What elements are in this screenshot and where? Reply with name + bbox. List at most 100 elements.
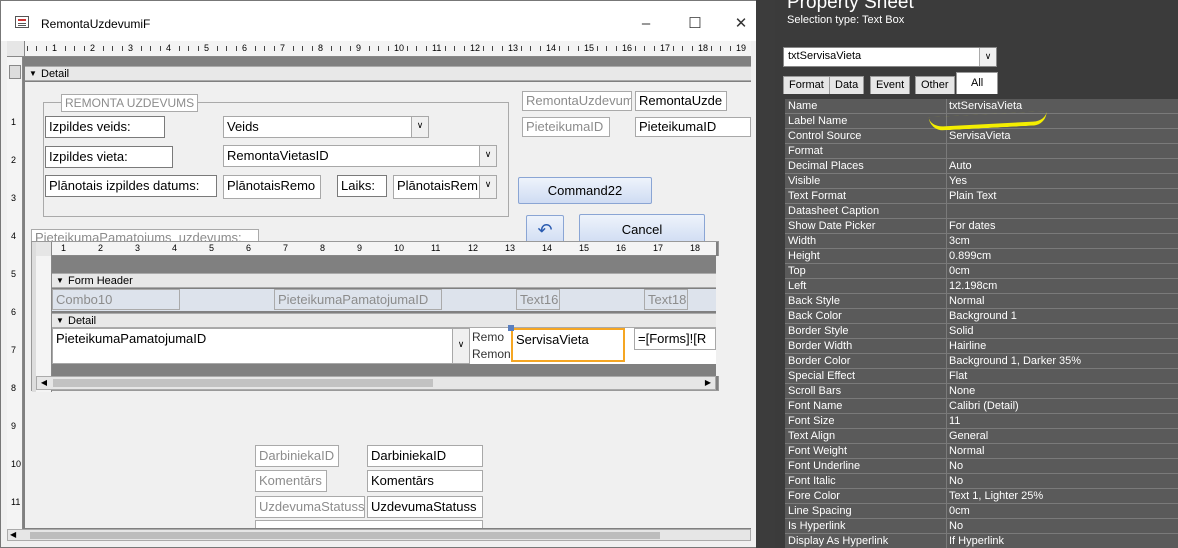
subform-control[interactable]: 123456789101112131415161718 Form Header … <box>31 241 720 392</box>
property-value[interactable]: No <box>946 459 1178 473</box>
property-row[interactable]: Visible Yes <box>785 174 1178 189</box>
property-row[interactable]: Datasheet Caption <box>785 204 1178 219</box>
property-row[interactable]: Border Width Hairline <box>785 339 1178 354</box>
laiks-label[interactable]: Laiks: <box>337 175 387 197</box>
detail-remonta-textbox[interactable]: Remo RemontaUz <box>472 329 510 363</box>
remonta-textbox[interactable]: RemontaUzde <box>635 91 727 111</box>
property-value[interactable]: Normal <box>946 444 1178 458</box>
tab-other[interactable]: Other <box>915 76 955 94</box>
komentars-textbox[interactable]: Komentārs <box>367 470 483 492</box>
property-value[interactable]: 12.198cm <box>946 279 1178 293</box>
property-value[interactable]: Plain Text <box>946 189 1178 203</box>
property-row[interactable]: Font Name Calibri (Detail) <box>785 399 1178 414</box>
form-header-canvas[interactable]: Combo10 PieteikumaPamatojumaID Text16 Te… <box>52 289 716 311</box>
property-row[interactable]: Is Hyperlink No <box>785 519 1178 534</box>
close-button[interactable]: ✕ <box>721 11 761 37</box>
header-text16[interactable]: Text16 <box>516 289 560 310</box>
header-combo10[interactable]: Combo10 <box>52 289 180 310</box>
tab-all[interactable]: All <box>956 72 999 94</box>
tab-format[interactable]: Format <box>783 76 830 94</box>
main-horizontal-scrollbar[interactable]: ◀ <box>7 529 751 541</box>
object-selector[interactable]: txtServisaVieta ∨ <box>783 47 997 67</box>
property-value[interactable] <box>946 204 1178 218</box>
property-row[interactable]: Text Format Plain Text <box>785 189 1178 204</box>
property-row[interactable]: Format <box>785 144 1178 159</box>
sub-detail-bar[interactable]: Detail <box>52 313 716 328</box>
selected-servisa-vieta-textbox[interactable]: ServisaVieta <box>511 328 625 362</box>
property-row[interactable]: Control Source ServisaVieta <box>785 129 1178 144</box>
statuss-textbox[interactable]: UzdevumaStatuss <box>367 496 483 518</box>
title-bar[interactable]: RemontaUzdevumiF – ☐ ✕ <box>1 1 756 41</box>
property-value[interactable]: None <box>946 384 1178 398</box>
chevron-down-icon[interactable]: ∨ <box>411 117 428 137</box>
property-value[interactable]: 3cm <box>946 234 1178 248</box>
property-row[interactable]: Display As Hyperlink If Hyperlink <box>785 534 1178 548</box>
property-row[interactable]: Decimal Places Auto <box>785 159 1178 174</box>
property-value[interactable]: 0cm <box>946 264 1178 278</box>
property-value[interactable]: Background 1 <box>946 309 1178 323</box>
property-row[interactable]: Back Color Background 1 <box>785 309 1178 324</box>
vertical-ruler[interactable]: 1 2 3 4 5 6 7 8 9 10 11 <box>7 57 23 529</box>
laiks-combo[interactable]: PlānotaisRem ∨ <box>393 175 497 199</box>
property-value[interactable]: If Hyperlink <box>946 534 1178 548</box>
property-value[interactable]: No <box>946 519 1178 533</box>
header-text18[interactable]: Text18 <box>644 289 688 310</box>
property-value[interactable]: Auto <box>946 159 1178 173</box>
property-value[interactable]: Normal <box>946 294 1178 308</box>
izpildes-vieta-combo[interactable]: RemontaVietasID ∨ <box>223 145 497 167</box>
darbinieka-textbox[interactable]: DarbiniekaID <box>367 445 483 467</box>
property-value[interactable]: Flat <box>946 369 1178 383</box>
property-value[interactable]: Background 1, Darker 35% <box>946 354 1178 368</box>
property-value[interactable]: Yes <box>946 174 1178 188</box>
pieteikuma-textbox[interactable]: PieteikumaID <box>635 117 751 137</box>
property-row[interactable]: Height 0.899cm <box>785 249 1178 264</box>
chevron-down-icon[interactable]: ∨ <box>979 48 996 66</box>
property-row[interactable]: Font Underline No <box>785 459 1178 474</box>
horizontal-ruler[interactable]: 1 2 3 4 5 6 7 8 9 10 11 12 13 14 15 16 17 18 19 <box>25 41 751 57</box>
property-value[interactable]: General <box>946 429 1178 443</box>
izpildes-veids-combo[interactable]: Veids ∨ <box>223 116 429 138</box>
planotais-textbox[interactable]: PlānotaisRemo <box>223 175 321 199</box>
property-row[interactable]: Border Color Background 1, Darker 35% <box>785 354 1178 369</box>
planotais-label[interactable]: Plānotais izpildes datums: <box>45 175 217 197</box>
property-row[interactable]: Scroll Bars None <box>785 384 1178 399</box>
property-value[interactable] <box>946 144 1178 158</box>
property-value[interactable]: 0.899cm <box>946 249 1178 263</box>
property-row[interactable]: Back Style Normal <box>785 294 1178 309</box>
property-row[interactable]: Font Italic No <box>785 474 1178 489</box>
sub-detail-canvas[interactable]: PieteikumaPamatojumaID ∨ Remo RemontaUz … <box>52 325 716 364</box>
property-value[interactable]: Hairline <box>946 339 1178 353</box>
minimize-button[interactable]: – <box>626 11 666 37</box>
detail-pamatojuma-combo[interactable]: PieteikumaPamatojumaID ∨ <box>52 328 470 364</box>
scroll-thumb[interactable] <box>53 379 433 387</box>
ruler-corner[interactable] <box>7 41 25 57</box>
subform-horizontal-scrollbar[interactable]: ◀ ▶ <box>36 376 716 390</box>
property-row[interactable]: Top 0cm <box>785 264 1178 279</box>
property-value[interactable]: 0cm <box>946 504 1178 518</box>
detail-section-bar[interactable]: Detail <box>25 66 751 81</box>
chevron-down-icon[interactable]: ∨ <box>479 146 496 166</box>
property-row[interactable]: Fore Color Text 1, Lighter 25% <box>785 489 1178 504</box>
scroll-left-icon[interactable]: ◀ <box>37 377 51 389</box>
darbinieka-label[interactable]: DarbiniekaID <box>255 445 339 467</box>
resize-handle[interactable] <box>508 325 514 331</box>
scroll-thumb[interactable] <box>30 532 660 539</box>
chevron-down-icon[interactable]: ∨ <box>479 176 496 198</box>
form-header-bar[interactable]: Form Header <box>52 273 716 288</box>
property-value[interactable]: Calibri (Detail) <box>946 399 1178 413</box>
property-row[interactable]: Special Effect Flat <box>785 369 1178 384</box>
property-row[interactable]: Show Date Picker For dates <box>785 219 1178 234</box>
tab-event[interactable]: Event <box>870 76 911 94</box>
scroll-left-icon[interactable]: ◀ <box>10 530 20 539</box>
property-row[interactable]: Font Size 11 <box>785 414 1178 429</box>
property-row[interactable]: Name txtServisaVieta <box>785 99 1178 114</box>
header-pamatojuma-label[interactable]: PieteikumaPamatojumaID <box>274 289 442 310</box>
property-value[interactable]: No <box>946 474 1178 488</box>
property-row[interactable]: Border Style Solid <box>785 324 1178 339</box>
section-selector[interactable] <box>9 65 21 79</box>
detail-expression-textbox[interactable]: =[Forms]![R <box>634 328 716 350</box>
pieteikuma-label[interactable]: PieteikumaID <box>522 117 610 137</box>
subform-ruler-corner[interactable] <box>36 242 52 256</box>
chevron-down-icon[interactable]: ∨ <box>452 329 469 363</box>
group-label[interactable]: REMONTA UZDEVUMS <box>61 94 199 112</box>
